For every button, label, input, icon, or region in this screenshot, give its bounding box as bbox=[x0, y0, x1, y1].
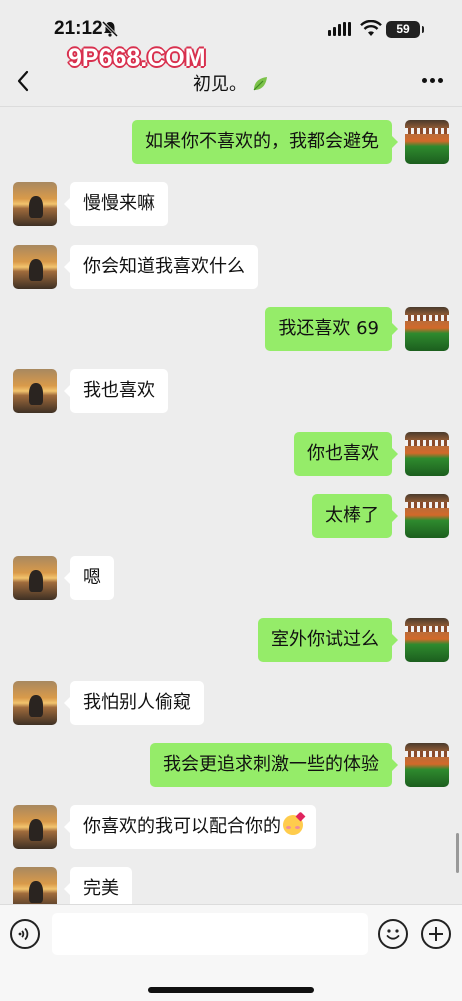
message-row: 我还喜欢 69 bbox=[0, 307, 462, 353]
contact-avatar[interactable] bbox=[13, 556, 57, 600]
status-time: 21:12 bbox=[54, 18, 103, 39]
sent-message-bubble[interactable]: 太棒了 bbox=[312, 494, 398, 538]
message-row: 你也喜欢 bbox=[0, 432, 462, 478]
plus-icon[interactable] bbox=[421, 919, 451, 949]
sent-message-bubble[interactable]: 室外你试过么 bbox=[258, 618, 398, 662]
received-message-bubble[interactable]: 我也喜欢 bbox=[64, 369, 168, 413]
leaf-icon bbox=[253, 77, 267, 91]
contact-avatar[interactable] bbox=[13, 369, 57, 413]
message-row: 太棒了 bbox=[0, 494, 462, 540]
received-message-bubble[interactable]: 完美 bbox=[64, 867, 132, 904]
message-row: 我也喜欢 bbox=[0, 369, 462, 415]
my-avatar[interactable] bbox=[405, 618, 449, 662]
message-row: 你喜欢的我可以配合你的 bbox=[0, 805, 462, 851]
home-indicator bbox=[148, 987, 314, 993]
message-text: 你喜欢的我可以配合你的 bbox=[83, 816, 281, 837]
voice-icon[interactable] bbox=[10, 919, 40, 949]
my-avatar[interactable] bbox=[405, 743, 449, 787]
more-dots-icon[interactable] bbox=[422, 78, 444, 84]
sent-message-bubble[interactable]: 我会更追求刺激一些的体验 bbox=[150, 743, 398, 787]
bell-muted-icon bbox=[101, 20, 119, 38]
contact-avatar[interactable] bbox=[13, 805, 57, 849]
message-list[interactable]: 如果你不喜欢的，我都会避免 慢慢来嘛 你会知道我喜欢什么 我还喜欢 69 我也喜… bbox=[0, 107, 462, 904]
sent-message-bubble[interactable]: 你也喜欢 bbox=[294, 432, 398, 476]
my-avatar[interactable] bbox=[405, 432, 449, 476]
emoji-icon[interactable] bbox=[378, 919, 408, 949]
input-bar bbox=[0, 904, 462, 1001]
message-input[interactable] bbox=[52, 913, 368, 955]
my-avatar[interactable] bbox=[405, 307, 449, 351]
message-row: 室外你试过么 bbox=[0, 618, 462, 664]
smiling-face-with-hearts-icon bbox=[283, 811, 306, 835]
received-message-bubble[interactable]: 你喜欢的我可以配合你的 bbox=[64, 805, 316, 849]
contact-avatar[interactable] bbox=[13, 867, 57, 904]
contact-avatar[interactable] bbox=[13, 681, 57, 725]
message-row: 嗯 bbox=[0, 556, 462, 602]
message-row: 我怕别人偷窥 bbox=[0, 681, 462, 727]
received-message-bubble[interactable]: 嗯 bbox=[64, 556, 114, 600]
received-message-bubble[interactable]: 慢慢来嘛 bbox=[64, 182, 168, 226]
my-avatar[interactable] bbox=[405, 120, 449, 164]
sent-message-bubble[interactable]: 我还喜欢 69 bbox=[265, 307, 398, 351]
message-row: 我会更追求刺激一些的体验 bbox=[0, 743, 462, 789]
received-message-bubble[interactable]: 我怕别人偷窥 bbox=[64, 681, 204, 725]
contact-avatar[interactable] bbox=[13, 245, 57, 289]
battery-icon: 59 bbox=[386, 21, 424, 38]
scrollbar[interactable] bbox=[456, 833, 459, 873]
sent-message-bubble[interactable]: 如果你不喜欢的，我都会避免 bbox=[132, 120, 398, 164]
message-row: 如果你不喜欢的，我都会避免 bbox=[0, 120, 462, 166]
message-row: 完美 bbox=[0, 867, 462, 904]
wifi-icon bbox=[360, 20, 382, 36]
received-message-bubble[interactable]: 你会知道我喜欢什么 bbox=[64, 245, 258, 289]
chat-title: 初见。 bbox=[0, 70, 462, 96]
contact-avatar[interactable] bbox=[13, 182, 57, 226]
watermark-text: 9P668.COM bbox=[68, 44, 206, 72]
my-avatar[interactable] bbox=[405, 494, 449, 538]
message-row: 慢慢来嘛 bbox=[0, 182, 462, 228]
message-row: 你会知道我喜欢什么 bbox=[0, 245, 462, 291]
chat-title-text: 初见。 bbox=[193, 74, 247, 95]
